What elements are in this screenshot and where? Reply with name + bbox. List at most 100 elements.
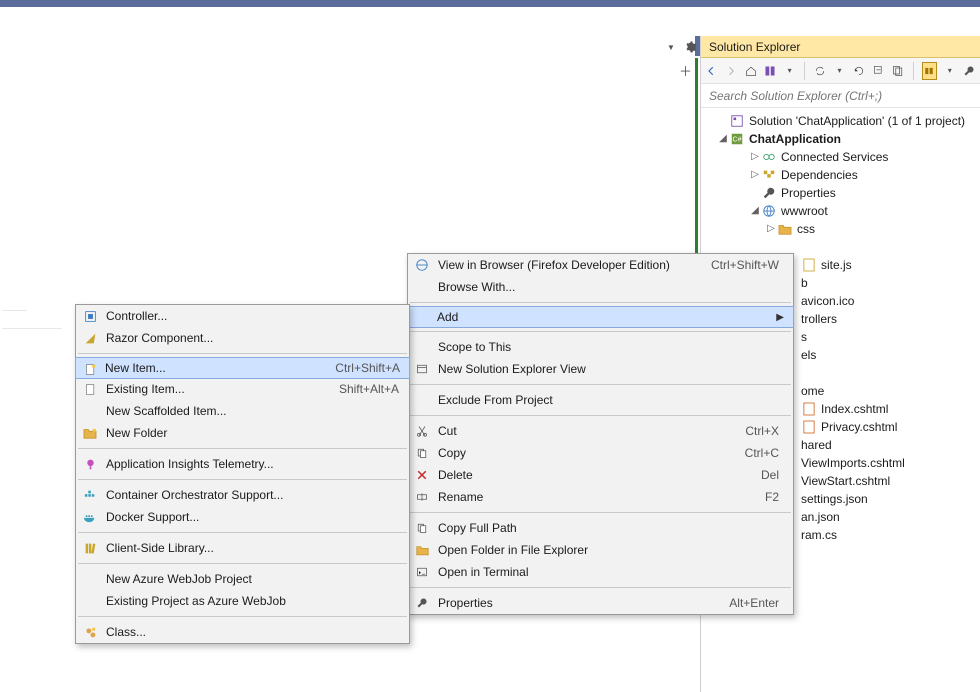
tree-label: els <box>801 346 816 364</box>
tree-label: Privacy.cshtml <box>821 418 897 436</box>
home-icon[interactable] <box>744 63 757 79</box>
menu-shortcut: Del <box>741 468 779 482</box>
panel-search[interactable] <box>701 84 980 108</box>
tree-label: Solution 'ChatApplication' (1 of 1 proje… <box>749 112 965 130</box>
submenu-container-support[interactable]: Container Orchestrator Support... <box>76 484 409 506</box>
submenu-class[interactable]: Class... <box>76 621 409 643</box>
tree-project-node[interactable]: ◢ C# ChatApplication <box>705 130 980 148</box>
tree-label: an.json <box>801 508 840 526</box>
submenu-docker-support[interactable]: Docker Support... <box>76 506 409 528</box>
wrench-icon <box>414 595 430 611</box>
menu-new-solution-view[interactable]: New Solution Explorer View <box>408 358 793 380</box>
tree-item[interactable]: ▷ css <box>705 220 980 238</box>
submenu-existing-item[interactable]: Existing Item... Shift+Alt+A <box>76 378 409 400</box>
sync-dropdown-icon[interactable]: ▾ <box>833 63 846 79</box>
preview-dropdown-icon[interactable]: ▾ <box>943 63 956 79</box>
vertical-tab-add-icon[interactable]: ＋ <box>679 61 692 80</box>
solution-icon <box>729 113 745 129</box>
docker-icon <box>82 509 98 525</box>
tree-label: ChatApplication <box>749 130 841 148</box>
menu-label: Razor Component... <box>106 331 399 345</box>
tree-label: ram.cs <box>801 526 837 544</box>
tree-item[interactable]: ◢ wwwroot <box>705 202 980 220</box>
menu-exclude-from-project[interactable]: Exclude From Project <box>408 389 793 411</box>
tab-dropdown-icon[interactable]: ▼ <box>664 40 678 54</box>
editor-diff-indicator <box>695 58 698 258</box>
menu-add[interactable]: Add ▶ <box>407 306 794 328</box>
collapse-all-icon[interactable] <box>872 63 885 79</box>
menu-separator <box>78 479 407 480</box>
tree-item[interactable]: ▷ Connected Services <box>705 148 980 166</box>
tree-label: ViewStart.cshtml <box>801 472 890 490</box>
menu-separator <box>410 415 791 416</box>
menu-scope-to-this[interactable]: Scope to This <box>408 336 793 358</box>
menu-shortcut: Ctrl+C <box>725 446 779 460</box>
tree-label: Connected Services <box>781 148 888 166</box>
properties-folder-icon <box>761 185 777 201</box>
menu-rename[interactable]: Rename F2 <box>408 486 793 508</box>
tree-label: Dependencies <box>781 166 858 184</box>
submenu-new-item[interactable]: New Item... Ctrl+Shift+A <box>75 357 410 379</box>
menu-label: Container Orchestrator Support... <box>106 488 399 502</box>
add-submenu[interactable]: Controller... Razor Component... New Ite… <box>75 304 410 644</box>
view-dropdown-icon[interactable]: ▾ <box>783 63 796 79</box>
menu-label: Delete <box>438 468 741 482</box>
menu-separator <box>410 302 791 303</box>
menu-shortcut: F2 <box>745 490 779 504</box>
tree-solution-node[interactable]: ▶ Solution 'ChatApplication' (1 of 1 pro… <box>705 112 980 130</box>
menu-view-in-browser[interactable]: View in Browser (Firefox Developer Editi… <box>408 254 793 276</box>
menu-label: New Scaffolded Item... <box>106 404 399 418</box>
back-icon[interactable] <box>705 63 718 79</box>
search-input[interactable] <box>701 84 980 107</box>
menu-label: View in Browser (Firefox Developer Editi… <box>438 258 691 272</box>
title-bar-strip <box>0 0 980 7</box>
class-icon <box>82 624 98 640</box>
menu-properties[interactable]: Properties Alt+Enter <box>408 592 793 614</box>
menu-separator <box>78 353 407 354</box>
switch-view-icon[interactable] <box>763 63 776 79</box>
browser-icon <box>414 257 430 273</box>
preview-selected-items-toggle[interactable] <box>922 62 937 80</box>
gear-icon[interactable] <box>684 40 698 54</box>
submenu-new-scaffolded-item[interactable]: New Scaffolded Item... <box>76 400 409 422</box>
tree-item[interactable]: ▷ Dependencies <box>705 166 980 184</box>
menu-separator <box>410 331 791 332</box>
menu-open-in-terminal[interactable]: Open in Terminal <box>408 561 793 583</box>
submenu-app-insights[interactable]: Application Insights Telemetry... <box>76 453 409 475</box>
forward-icon[interactable] <box>724 63 737 79</box>
context-menu[interactable]: View in Browser (Firefox Developer Editi… <box>407 253 794 615</box>
library-icon <box>82 540 98 556</box>
menu-copy[interactable]: Copy Ctrl+C <box>408 442 793 464</box>
submenu-new-folder[interactable]: New Folder <box>76 422 409 444</box>
submenu-existing-azure-webjob[interactable]: Existing Project as Azure WebJob <box>76 590 409 612</box>
menu-browse-with[interactable]: Browse With... <box>408 276 793 298</box>
menu-copy-full-path[interactable]: Copy Full Path <box>408 517 793 539</box>
copy-path-icon <box>414 520 430 536</box>
submenu-client-side-library[interactable]: Client-Side Library... <box>76 537 409 559</box>
sync-icon[interactable] <box>813 63 826 79</box>
menu-open-in-file-explorer[interactable]: Open Folder in File Explorer <box>408 539 793 561</box>
window-icon <box>414 361 430 377</box>
menu-label: Exclude From Project <box>438 393 779 407</box>
dependencies-icon <box>761 167 777 183</box>
svg-text:C#: C# <box>733 137 742 144</box>
properties-icon[interactable] <box>963 63 976 79</box>
refresh-icon[interactable] <box>852 63 865 79</box>
submenu-razor-component[interactable]: Razor Component... <box>76 327 409 349</box>
menu-label: Copy Full Path <box>438 521 779 535</box>
delete-icon <box>414 467 430 483</box>
submenu-controller[interactable]: Controller... <box>76 305 409 327</box>
folder-open-icon <box>414 542 430 558</box>
editor-tab-toolbar: ▼ <box>664 40 698 54</box>
panel-toolbar: ▾ ▾ ▾ <box>701 58 980 84</box>
menu-label: Open Folder in File Explorer <box>438 543 779 557</box>
tree-item[interactable]: ▷ Properties <box>705 184 980 202</box>
menu-separator <box>410 512 791 513</box>
show-all-files-icon[interactable] <box>891 63 904 79</box>
menu-shortcut: Shift+Alt+A <box>333 382 399 396</box>
menu-cut[interactable]: Cut Ctrl+X <box>408 420 793 442</box>
menu-label: New Solution Explorer View <box>438 362 779 376</box>
menu-delete[interactable]: Delete Del <box>408 464 793 486</box>
tree-label: avicon.ico <box>801 292 854 310</box>
submenu-new-azure-webjob[interactable]: New Azure WebJob Project <box>76 568 409 590</box>
